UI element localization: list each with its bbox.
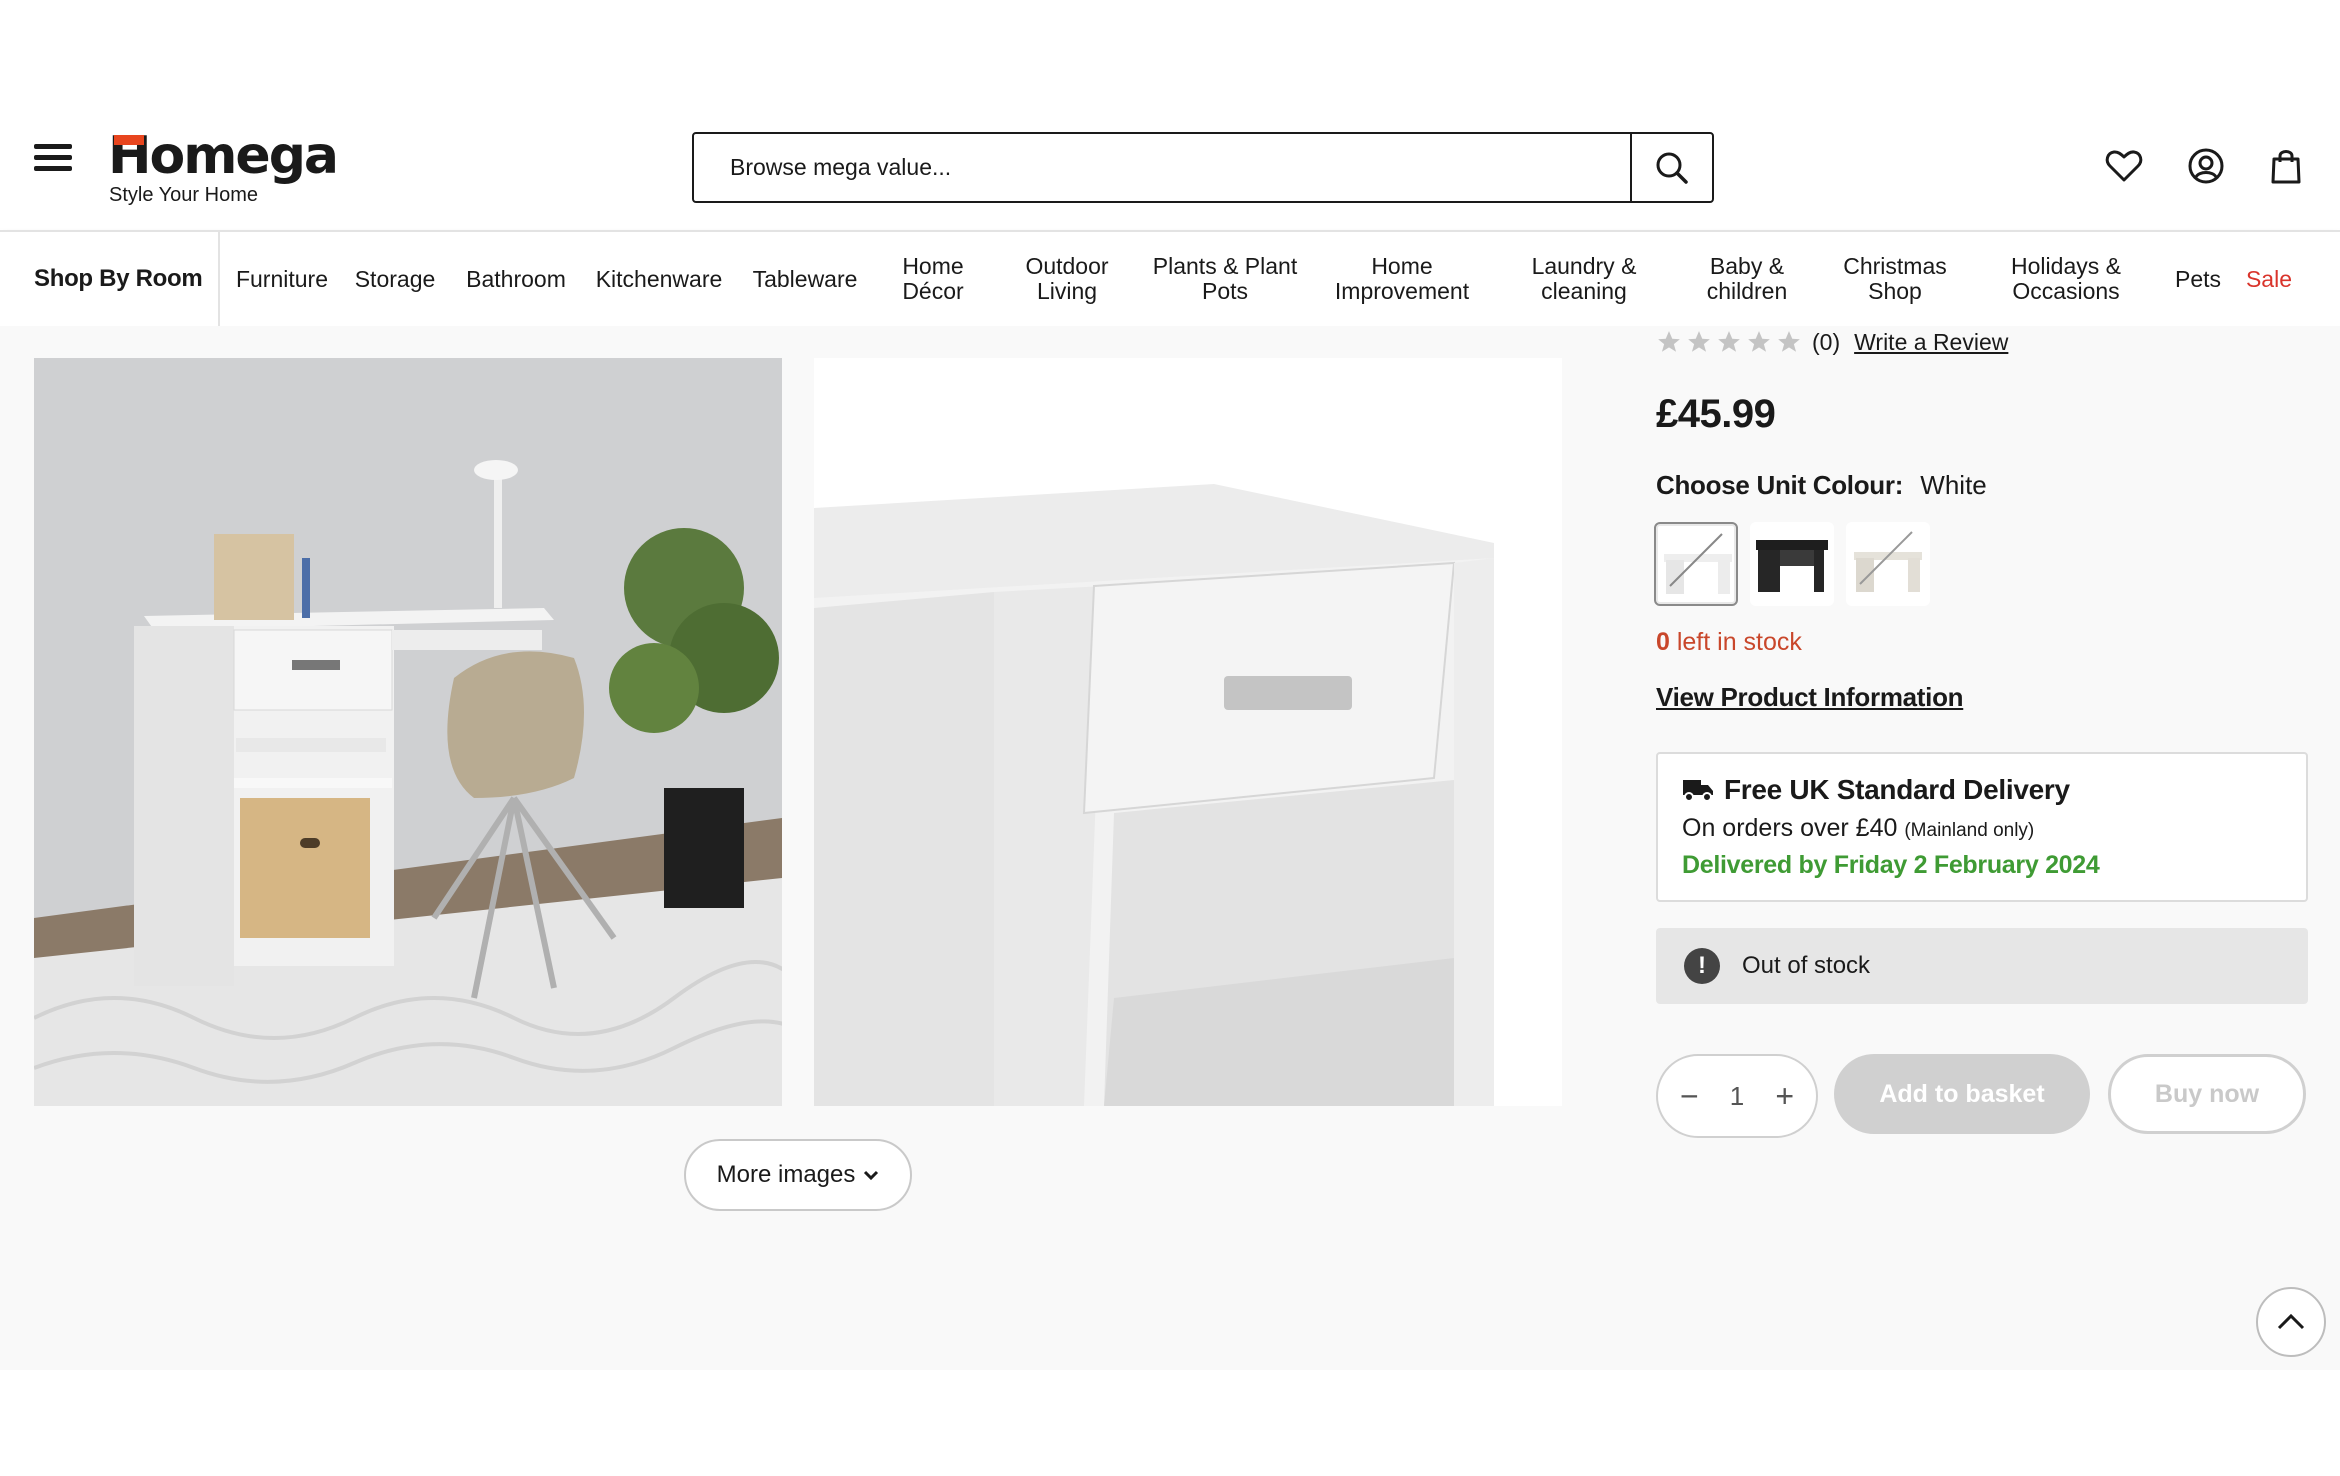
colour-swatches [1654,522,1930,606]
out-of-stock-banner: ! Out of stock [1656,928,2308,1004]
stock-count: 0 [1656,628,1670,656]
buy-now-button[interactable]: Buy now [2108,1054,2306,1134]
more-images-button[interactable]: More images [684,1139,912,1211]
quantity-value[interactable]: 1 [1730,1081,1744,1112]
alert-icon: ! [1684,948,1720,984]
logo-accent [114,135,144,145]
star-icon [1718,331,1740,352]
back-to-top-button[interactable] [2256,1287,2326,1357]
chevron-down-icon [864,1170,879,1181]
nav-item-outdoor-living[interactable]: Outdoor Living [1016,232,1118,326]
star-icon [1658,331,1680,352]
product-rating: (0) Write a Review [1656,326,2008,358]
logo[interactable]: Homega Style Your Home [108,130,339,207]
stock-text: left in stock [1669,628,1802,656]
delivery-info-box: Free UK Standard Delivery On orders over… [1656,752,2308,902]
nav-item-bathroom[interactable]: Bathroom [462,232,570,326]
nav-item-sale[interactable]: Sale [2244,232,2294,326]
write-review-link[interactable]: Write a Review [1854,329,2008,356]
delivery-subtitle-row: On orders over £40 (Mainland only) [1682,814,2282,843]
nav-item-tableware[interactable]: Tableware [750,232,860,326]
increase-quantity-button[interactable]: + [1775,1080,1794,1112]
delivery-title: Free UK Standard Delivery [1724,774,2070,805]
nav-item-baby-children[interactable]: Baby & children [1700,232,1794,326]
search-input[interactable] [694,134,1630,201]
nav-item-laundry[interactable]: Laundry & cleaning [1524,232,1644,326]
add-to-basket-button[interactable]: Add to basket [1834,1054,2090,1134]
main-navigation: Shop By Room Furniture Storage Bathroom … [0,230,2340,326]
chevron-up-icon [2277,1313,2305,1330]
nav-item-holidays[interactable]: Holidays & Occasions [2004,232,2128,326]
nav-item-storage[interactable]: Storage [352,232,438,326]
review-count: (0) [1812,328,1841,355]
nav-item-plants[interactable]: Plants & Plant Pots [1148,232,1302,326]
rating-stars [1656,329,1802,355]
search-bar [692,132,1714,203]
star-icon [1778,331,1800,352]
nav-item-home-improvement[interactable]: Home Improvement [1328,232,1476,326]
delivery-note: (Mainland only) [1904,820,2035,841]
truck-icon [1683,780,1713,802]
nav-item-pets[interactable]: Pets [2172,232,2224,326]
menu-icon[interactable] [34,144,72,171]
product-price: £45.99 [1656,392,1776,436]
product-image-lifestyle[interactable] [34,358,782,1106]
wishlist-icon[interactable] [2104,146,2144,186]
account-icon[interactable] [2186,146,2226,186]
star-icon [1688,331,1710,352]
swatch-oak[interactable] [1846,522,1930,606]
colour-value: White [1920,470,1987,500]
out-of-stock-message: Out of stock [1742,952,1871,979]
logo-tagline: Style Your Home [109,184,258,206]
delivery-date: Delivered by Friday 2 February 2024 [1682,851,2100,879]
swatch-black[interactable] [1750,522,1834,606]
delivery-title-row: Free UK Standard Delivery [1682,774,2282,806]
product-image-closeup[interactable] [814,358,1562,1106]
stock-indicator: 0 left in stock [1656,628,1802,657]
nav-item-home-decor[interactable]: Home Décor [884,232,982,326]
colour-selector-label: Choose Unit Colour: White [1656,470,1987,501]
basket-icon[interactable] [2266,146,2306,186]
swatch-white[interactable] [1654,522,1738,606]
delivery-subtitle: On orders over £40 [1682,814,1898,842]
nav-item-christmas[interactable]: Christmas Shop [1836,232,1954,326]
quantity-stepper: − 1 + [1656,1054,1818,1138]
nav-item-kitchenware[interactable]: Kitchenware [592,232,726,326]
view-product-info-link[interactable]: View Product Information [1656,682,1964,713]
star-icon [1748,331,1770,352]
page-footer-space [0,1370,2340,1476]
search-icon [1656,152,1688,184]
nav-shop-by-room[interactable]: Shop By Room [34,232,203,326]
nav-item-furniture[interactable]: Furniture [232,232,332,326]
decrease-quantity-button[interactable]: − [1680,1080,1699,1112]
colour-label: Choose Unit Colour: [1656,470,1904,500]
more-images-label: More images [716,1161,856,1188]
search-button[interactable] [1630,134,1712,201]
nav-divider [218,232,220,326]
